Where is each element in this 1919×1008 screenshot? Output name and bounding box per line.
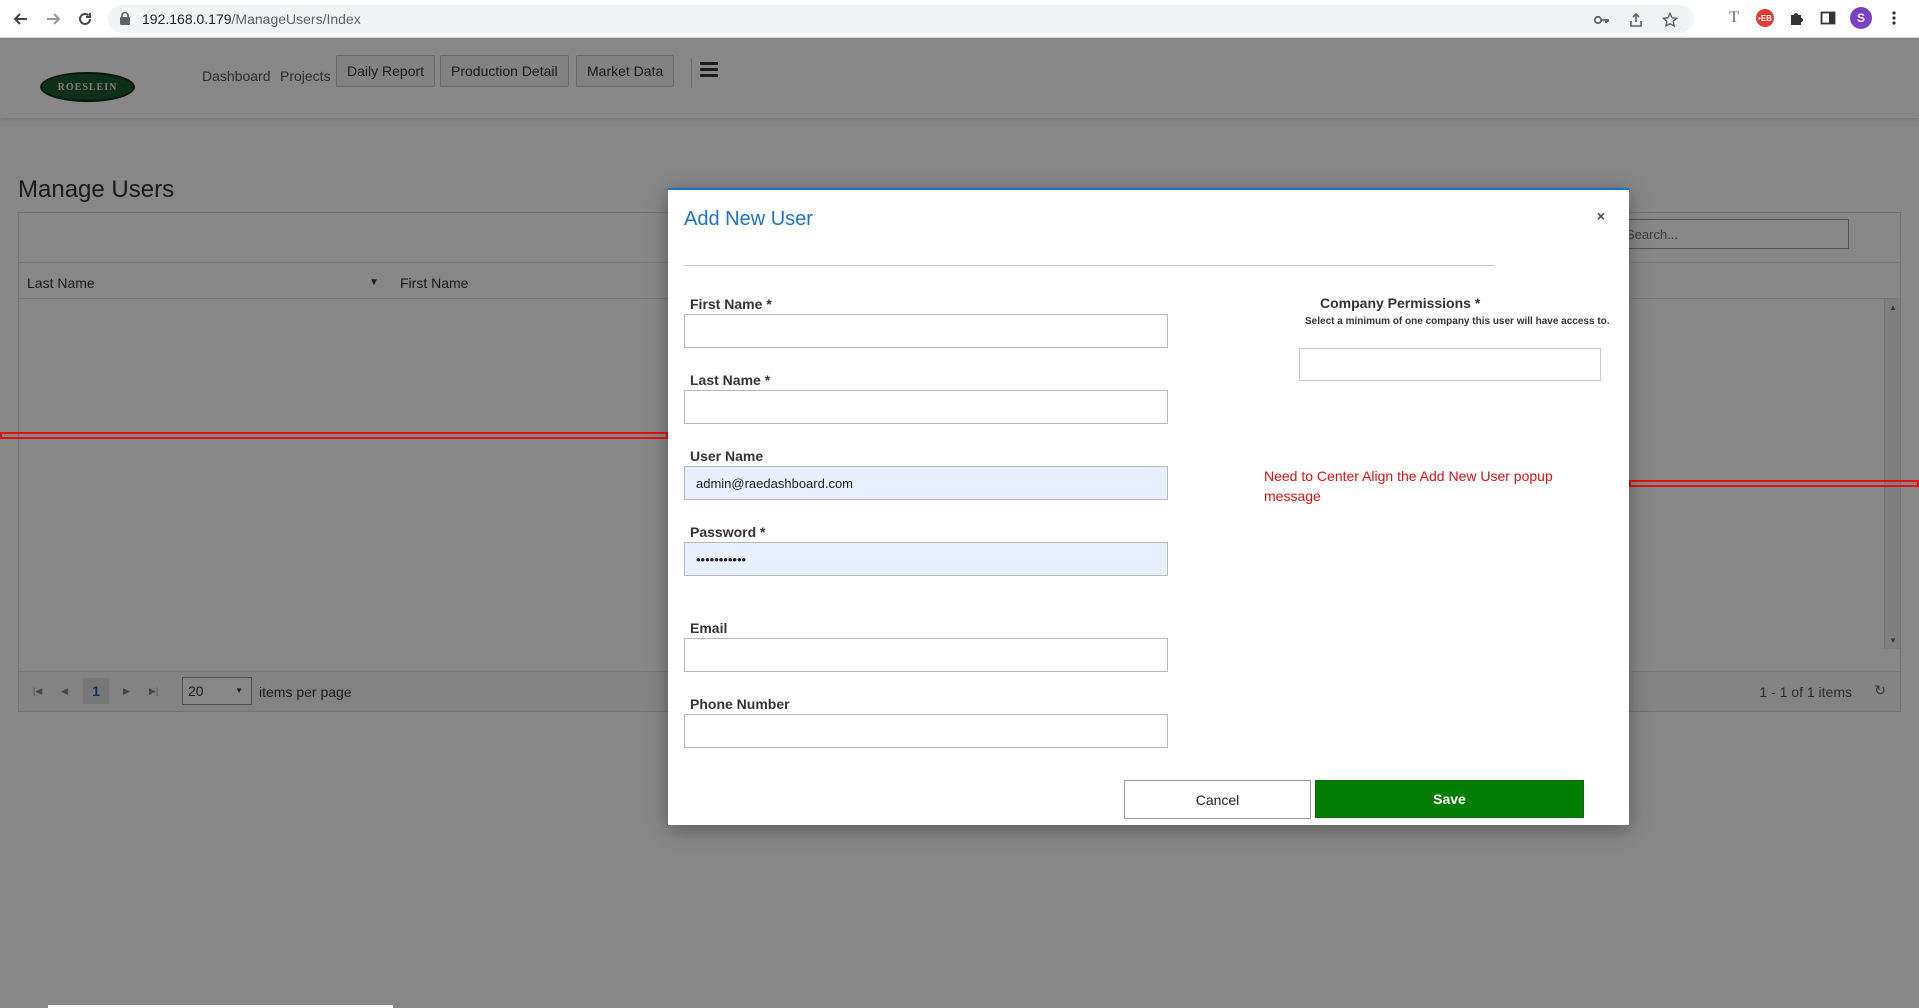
back-icon[interactable]: [8, 6, 34, 32]
first-name-input[interactable]: [684, 314, 1168, 348]
cancel-button[interactable]: Cancel: [1124, 780, 1311, 819]
url-host: 192.168.0.179: [142, 11, 232, 27]
last-name-input[interactable]: [684, 390, 1168, 424]
text-extension-icon[interactable]: T: [1724, 8, 1744, 28]
side-panel-icon[interactable]: [1818, 8, 1838, 28]
url-text: 192.168.0.179/ManageUsers/Index: [142, 11, 361, 27]
phone-number-input[interactable]: [684, 714, 1168, 748]
email-label: Email: [690, 620, 728, 636]
company-permissions-title: Company Permissions *: [1320, 295, 1481, 311]
annotation-note: Need to Center Align the Add New User po…: [1264, 468, 1553, 504]
first-name-label: First Name *: [690, 296, 772, 312]
reload-icon[interactable]: [72, 6, 98, 32]
share-icon[interactable]: [1626, 10, 1646, 30]
annotation-marker-left: [0, 432, 668, 439]
lock-icon: [120, 12, 130, 25]
bookmark-star-icon[interactable]: [1660, 10, 1680, 30]
add-user-dialog: Add New User × First Name * Last Name * …: [668, 188, 1629, 825]
user-name-label: User Name: [690, 448, 764, 464]
phone-number-label: Phone Number: [690, 696, 790, 712]
dialog-separator: [684, 265, 1494, 266]
browser-toolbar: 192.168.0.179/ManageUsers/Index T •EB S: [0, 0, 1919, 38]
company-permissions-select[interactable]: [1299, 348, 1601, 381]
user-name-input[interactable]: admin@raedashboard.com: [684, 466, 1168, 500]
email-input[interactable]: [684, 638, 1168, 672]
dialog-title: Add New User: [684, 208, 813, 230]
red-extension-icon[interactable]: •EB: [1756, 9, 1774, 27]
company-permissions-hint: Select a minimum of one company this use…: [1305, 316, 1610, 327]
annotation-marker-right: [1629, 480, 1919, 487]
save-button[interactable]: Save: [1315, 780, 1584, 818]
address-bar[interactable]: 192.168.0.179/ManageUsers/Index: [108, 5, 1694, 33]
url-path: /ManageUsers/Index: [231, 11, 361, 27]
forward-icon[interactable]: [40, 6, 66, 32]
password-input[interactable]: •••••••••••: [684, 542, 1168, 576]
kebab-menu-icon[interactable]: [1884, 8, 1904, 28]
password-label: Password *: [690, 524, 766, 540]
profile-avatar[interactable]: S: [1850, 7, 1872, 29]
key-icon[interactable]: [1592, 10, 1612, 30]
close-icon[interactable]: ×: [1597, 208, 1605, 224]
puzzle-icon[interactable]: [1786, 8, 1806, 28]
last-name-label: Last Name *: [690, 372, 771, 388]
